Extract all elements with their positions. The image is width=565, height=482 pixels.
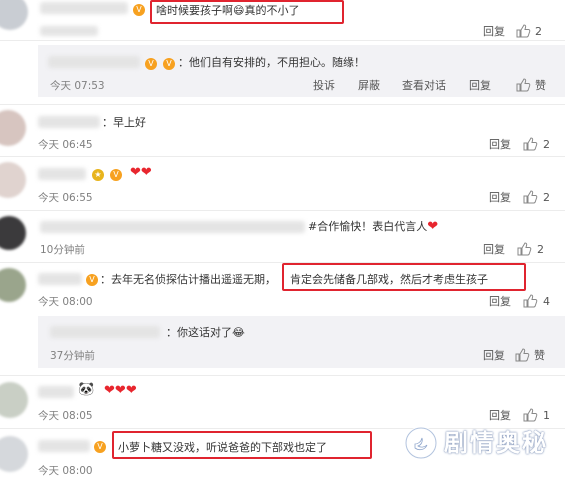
like-count: 4: [543, 295, 550, 308]
like-icon[interactable]: [522, 136, 538, 152]
reply-link[interactable]: 回复: [483, 243, 505, 257]
reply-link[interactable]: 回复: [489, 138, 511, 152]
avatar[interactable]: [0, 162, 26, 198]
verified-badge-icon: V: [133, 4, 145, 16]
username[interactable]: [38, 386, 74, 398]
verified-badge-icon: V: [110, 169, 122, 181]
avatar[interactable]: [0, 436, 28, 472]
emoji-laugh-icon: 😂: [232, 326, 245, 339]
comment-time: 今天 07:53: [50, 80, 105, 92]
highlight-box: [112, 431, 372, 459]
comment-text: ：他们自有安排的，不用担心。随缘！: [178, 56, 365, 69]
comment-time: 今天 06:45: [38, 139, 93, 151]
username[interactable]: [38, 440, 90, 452]
divider: [0, 210, 565, 211]
comment-text: ：你这话对了😂: [166, 326, 245, 339]
reply-link[interactable]: 回复: [489, 191, 511, 205]
like-label[interactable]: 赞: [535, 79, 546, 93]
like-icon[interactable]: [522, 293, 538, 309]
like-count: 2: [537, 243, 544, 256]
comment-text: ：早上好: [102, 116, 146, 129]
watermark-text: 剧情奥秘: [444, 429, 548, 457]
heart-icon: ❤: [130, 165, 141, 180]
comment-text-a: ：去年无名侦探估计播出遥遥无期，: [100, 273, 276, 286]
reply-link[interactable]: 回复: [483, 349, 505, 363]
verified-badge-icon: V: [86, 274, 98, 286]
divider: [0, 375, 565, 376]
like-icon[interactable]: [516, 241, 532, 257]
avatar[interactable]: [0, 0, 28, 30]
avatar[interactable]: [0, 382, 28, 418]
comment-time: 今天 08:05: [38, 410, 93, 422]
comment-time: 今天 06:55: [38, 192, 93, 204]
comment-time: 37分钟前: [50, 350, 95, 362]
comment-time: [40, 26, 98, 36]
block-link[interactable]: 屏蔽: [358, 79, 380, 93]
reply-link[interactable]: 回复: [489, 295, 511, 309]
reply-link[interactable]: 回复: [483, 25, 505, 39]
like-icon[interactable]: [515, 23, 531, 39]
divider: [0, 40, 565, 41]
heart-icons: ❤❤: [130, 166, 152, 180]
watermark-logo-icon: [404, 426, 438, 460]
username[interactable]: [48, 56, 140, 68]
divider: [0, 104, 565, 105]
like-count: 2: [543, 138, 550, 151]
username[interactable]: [38, 116, 100, 128]
comment-time: 今天 08:00: [38, 465, 93, 477]
comment-text: #合作愉快！表白代言人❤: [308, 219, 439, 234]
username[interactable]: [40, 221, 305, 233]
like-icon[interactable]: [514, 347, 530, 363]
like-icon[interactable]: [515, 77, 531, 93]
verified-badge-icon: V: [145, 58, 157, 70]
verified-badge-icon: ★: [92, 169, 104, 181]
avatar[interactable]: [0, 216, 26, 250]
like-count: 2: [543, 191, 550, 204]
avatar[interactable]: [0, 268, 26, 302]
verified-badge-icon: V: [163, 58, 175, 70]
comment-time: 今天 08:00: [38, 296, 93, 308]
username[interactable]: [50, 326, 160, 338]
avatar[interactable]: [0, 110, 26, 146]
reply-link[interactable]: 回复: [469, 79, 491, 93]
panda-icon: 🐼: [78, 382, 95, 397]
view-conversation-link[interactable]: 查看对话: [402, 79, 446, 93]
like-label[interactable]: 赞: [534, 349, 545, 363]
watermark: 剧情奥秘: [404, 420, 554, 466]
report-link[interactable]: 投诉: [313, 79, 335, 93]
like-icon[interactable]: [522, 189, 538, 205]
heart-icons: ❤❤❤: [104, 384, 137, 398]
verified-badge-icon: V: [94, 441, 106, 453]
heart-icon: ❤: [140, 165, 152, 180]
username[interactable]: [40, 2, 128, 14]
highlight-box: [150, 0, 344, 24]
highlight-box: [282, 263, 526, 291]
username[interactable]: [38, 273, 82, 285]
heart-icon: ❤: [114, 383, 126, 398]
username[interactable]: [38, 168, 86, 180]
divider: [0, 156, 565, 157]
heart-icon: ❤: [104, 383, 115, 398]
like-count: 2: [535, 25, 542, 38]
comment-time: 10分钟前: [40, 244, 85, 256]
heart-icon: ❤: [125, 383, 137, 398]
heart-icon: ❤: [427, 219, 439, 234]
